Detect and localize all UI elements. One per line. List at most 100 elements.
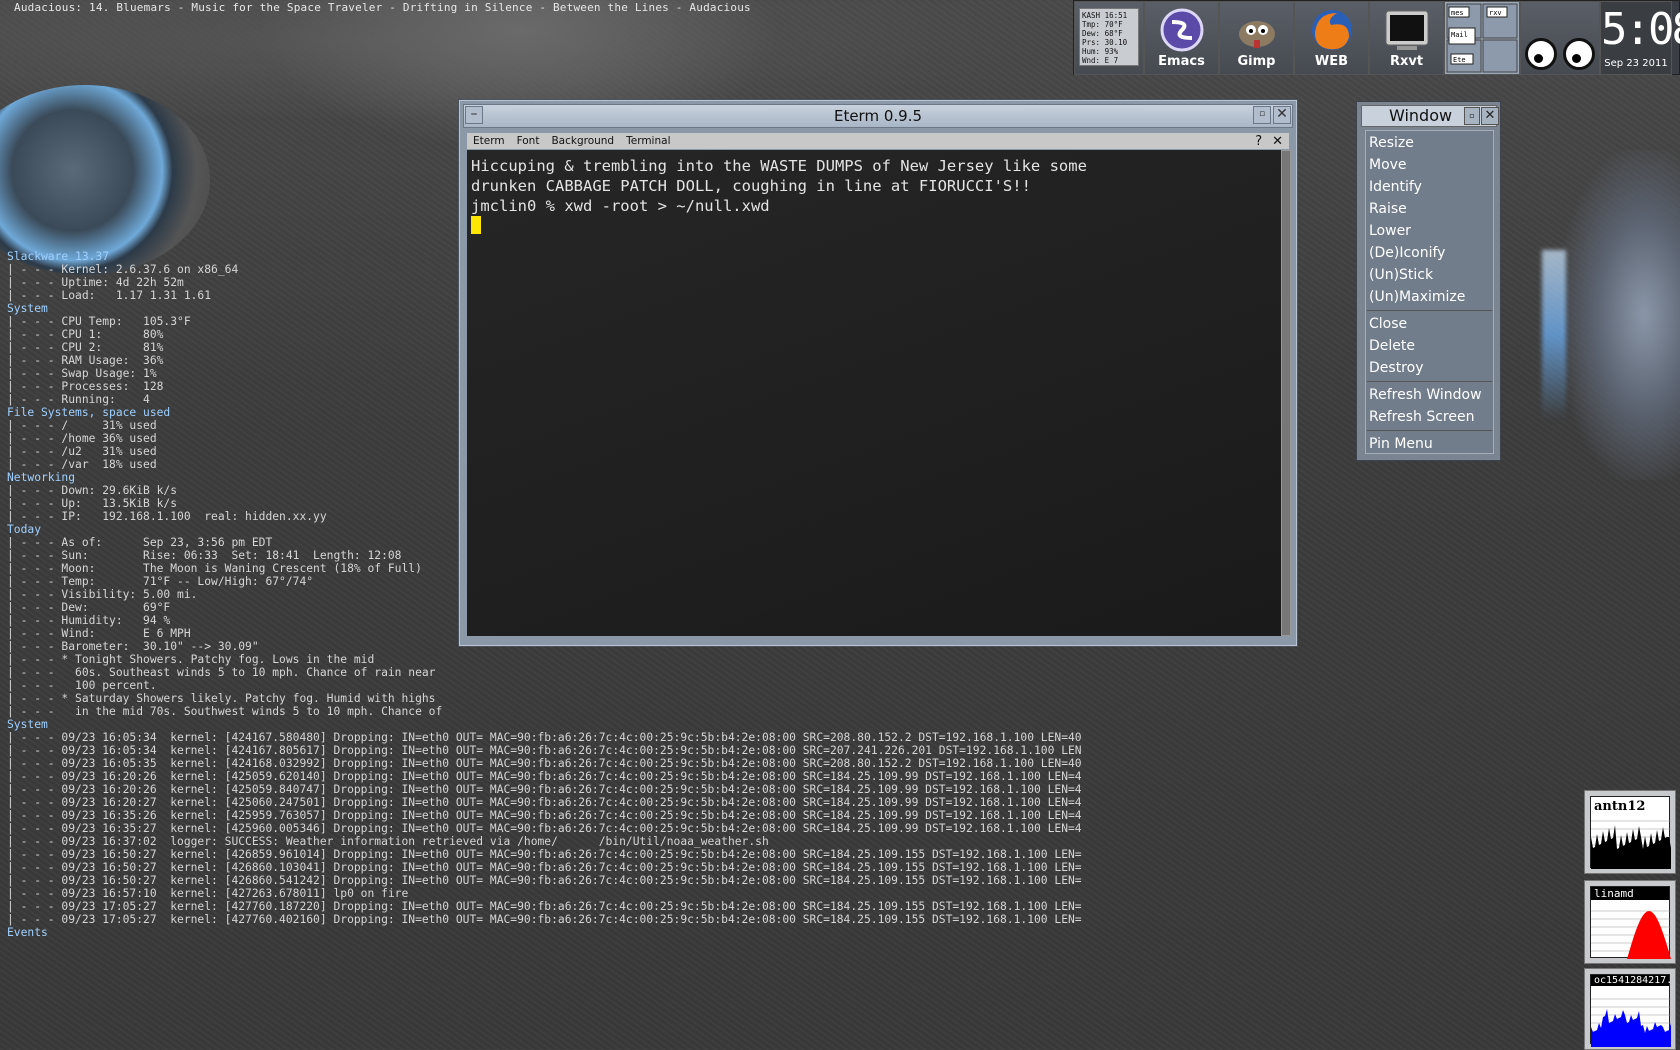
eye-icon	[1563, 38, 1595, 70]
menu-item-close[interactable]: Close	[1366, 313, 1493, 335]
dock-rxvt-button[interactable]: Rxvt	[1369, 1, 1444, 75]
log-line: | - - - 09/23 16:35:27 kernel: [425960.0…	[7, 822, 1082, 835]
weather-line: KASH 16:51	[1082, 11, 1128, 20]
load-monitor-oc[interactable]: oc1541284217.	[1584, 968, 1676, 1050]
wallpaper-orb	[0, 85, 210, 275]
menu-background[interactable]: Background	[551, 135, 614, 147]
conky-line: | - - - Temp: 71°F -- Low/High: 67°/74°	[7, 575, 314, 588]
xeyes-dockapp	[1520, 1, 1600, 75]
help-button[interactable]: ?	[1255, 134, 1262, 149]
desktop-pager[interactable]: mes rxv Mail Ete	[1444, 1, 1520, 75]
conky-line: | - - - Load: 1.17 1.31 1.61	[7, 289, 212, 302]
terminal-screen[interactable]: Hiccuping & trembling into the WASTE DUM…	[467, 150, 1281, 636]
conky-line: | - - - Moon: The Moon is Waning Crescen…	[7, 562, 422, 575]
menu-item-delete[interactable]: Delete	[1366, 335, 1493, 357]
log-line: | - - - 09/23 17:05:27 kernel: [427760.1…	[7, 900, 1082, 913]
terminal-line: Hiccuping & trembling into the WASTE DUM…	[471, 157, 1087, 175]
log-line: | - - - 09/23 16:20:26 kernel: [425059.6…	[7, 770, 1082, 783]
window-menu-button[interactable]: –	[465, 106, 483, 124]
log-line: | - - - 09/23 16:05:35 kernel: [424168.0…	[7, 757, 1082, 770]
menu-item-move[interactable]: Move	[1366, 154, 1493, 176]
wallpaper-creature	[1560, 150, 1680, 480]
conky-line: | - - - Kernel: 2.6.37.6 on x86_64	[7, 263, 239, 276]
eterm-titlebar[interactable]: Eterm 0.9.5	[463, 104, 1293, 128]
monitor-graph-svg	[1591, 998, 1671, 1047]
conky-line: | - - - Running: 4	[7, 393, 150, 406]
conky-line: | - - - Wind: E 6 MPH	[7, 627, 191, 640]
menu-item-pin-menu[interactable]: Pin Menu	[1366, 433, 1493, 455]
menu-eterm[interactable]: Eterm	[473, 135, 505, 147]
menu-items: Resize Move Identify Raise Lower (De)Iconify(…	[1365, 130, 1494, 454]
dock-label: Gimp	[1237, 54, 1276, 69]
dock-web-button[interactable]: WEB	[1294, 1, 1369, 75]
wallpaper-lightning	[1542, 250, 1566, 420]
terminal-prompt: jmclin0 % xwd -root > ~/null.xwd	[471, 197, 770, 215]
text-cursor	[471, 216, 481, 234]
conky-line: | - - - Sun: Rise: 06:33 Set: 18:41 Leng…	[7, 549, 402, 562]
menu-separator	[1367, 430, 1492, 431]
eterm-menubar: Eterm Font Background Terminal ? ✕	[467, 133, 1289, 149]
terminal-icon	[1383, 8, 1431, 52]
conky-line: | - - - As of: Sep 23, 3:56 pm EDT	[7, 536, 273, 549]
weather-dockapp[interactable]: KASH 16:51 Tmp: 70°F Dew: 68°F Prs: 30.10 Hu…	[1074, 1, 1144, 75]
monitor-graph-svg	[1591, 910, 1671, 959]
menu-item-destroy[interactable]: Destroy	[1366, 357, 1493, 379]
conky-line: | - - - 60s. Southeast winds 5 to 10 mph…	[7, 666, 436, 679]
terminal-scrollbar[interactable]	[1281, 150, 1291, 636]
pager-label: mes	[1451, 9, 1464, 17]
weather-line: Prs: 30.10	[1082, 38, 1128, 47]
close-window-button[interactable]: ✕	[1273, 106, 1291, 124]
dock-gimp-button[interactable]: Gimp	[1219, 1, 1294, 75]
conky-line: | - - - /home 36% used	[7, 432, 157, 445]
close-icon[interactable]: ✕	[1272, 134, 1283, 149]
menu-item-refresh-window[interactable]: Refresh Window	[1366, 384, 1493, 406]
conky-section-heading: File Systems, space used	[7, 406, 171, 419]
menu-item-un-stick[interactable]: (Un)Stick	[1366, 264, 1493, 286]
dock: KASH 16:51 Tmp: 70°F Dew: 68°F Prs: 30.10 Hu…	[1073, 0, 1680, 75]
dock-emacs-button[interactable]: Emacs	[1144, 1, 1219, 75]
dock-label: WEB	[1314, 54, 1349, 69]
iconify-button[interactable]: ▫	[1464, 107, 1480, 125]
conky-log-tail: | - - - 09/23 16:05:34 kernel: [424167.5…	[7, 731, 1082, 926]
conky-section-heading: Networking	[7, 471, 76, 484]
conky-line: | - - - Uptime: 4d 22h 52m	[7, 276, 184, 289]
conky-line: | - - - Dew: 69°F	[7, 601, 171, 614]
menu-item-de-iconify[interactable]: (De)Iconify	[1366, 242, 1493, 264]
conky-line: | - - - * Tonight Showers. Patchy fog. L…	[7, 653, 375, 666]
menu-item-identify[interactable]: Identify	[1366, 176, 1493, 198]
menu-font[interactable]: Font	[517, 135, 540, 147]
menu-item-resize[interactable]: Resize	[1366, 132, 1493, 154]
load-monitor-antn12[interactable]: antn12	[1584, 790, 1676, 874]
pager-label: Ete	[1453, 56, 1466, 64]
weather-line: Tmp: 70°F	[1082, 20, 1123, 29]
conky-line: | - - - in the mid 70s. Southwest winds …	[7, 705, 443, 718]
log-line: | - - - 09/23 16:05:34 kernel: [424167.5…	[7, 731, 1082, 744]
log-line: | - - - 09/23 16:57:10 kernel: [427263.6…	[7, 887, 409, 900]
iconify-button[interactable]: ▫	[1253, 106, 1271, 124]
menu-item-raise[interactable]: Raise	[1366, 198, 1493, 220]
dock-label: Rxvt	[1389, 54, 1424, 69]
menu-item-lower[interactable]: Lower	[1366, 220, 1493, 242]
monitor-graph: linamd	[1590, 886, 1671, 959]
conky-section-heading: Slackware 13.37	[7, 250, 110, 263]
menu-terminal[interactable]: Terminal	[626, 135, 670, 147]
dock-label: Emacs	[1158, 54, 1205, 69]
pager-map[interactable]: mes rxv Mail Ete	[1445, 2, 1519, 74]
conky-line: | - - - Processes: 128	[7, 380, 164, 393]
weather-line: Hum: 93%	[1082, 47, 1119, 56]
conky-line: | - - - RAM Usage: 36%	[7, 354, 164, 367]
conky-line: | - - - Swap Usage: 1%	[7, 367, 157, 380]
menu-item-refresh-screen[interactable]: Refresh Screen	[1366, 406, 1493, 428]
conky-line: | - - - Visibility: 5.00 mi.	[7, 588, 198, 601]
menu-item-un-maximize[interactable]: (Un)Maximize	[1366, 286, 1493, 308]
weather-line: Wnd: E 7	[1082, 56, 1119, 65]
monitor-graph-svg	[1591, 820, 1671, 869]
firefox-icon	[1308, 8, 1356, 52]
conky-section-heading: System	[7, 718, 48, 731]
load-monitor-linamd[interactable]: linamd	[1584, 880, 1676, 964]
conky-line: | - - - / 31% used	[7, 419, 157, 432]
eterm-window[interactable]: Eterm 0.9.5 – ▫ ✕ Eterm Font Background …	[458, 99, 1298, 647]
close-menu-button[interactable]: ✕	[1481, 107, 1499, 125]
log-line: | - - - 09/23 16:20:27 kernel: [425060.2…	[7, 796, 1082, 809]
conky-line: | - - - 100 percent.	[7, 679, 157, 692]
